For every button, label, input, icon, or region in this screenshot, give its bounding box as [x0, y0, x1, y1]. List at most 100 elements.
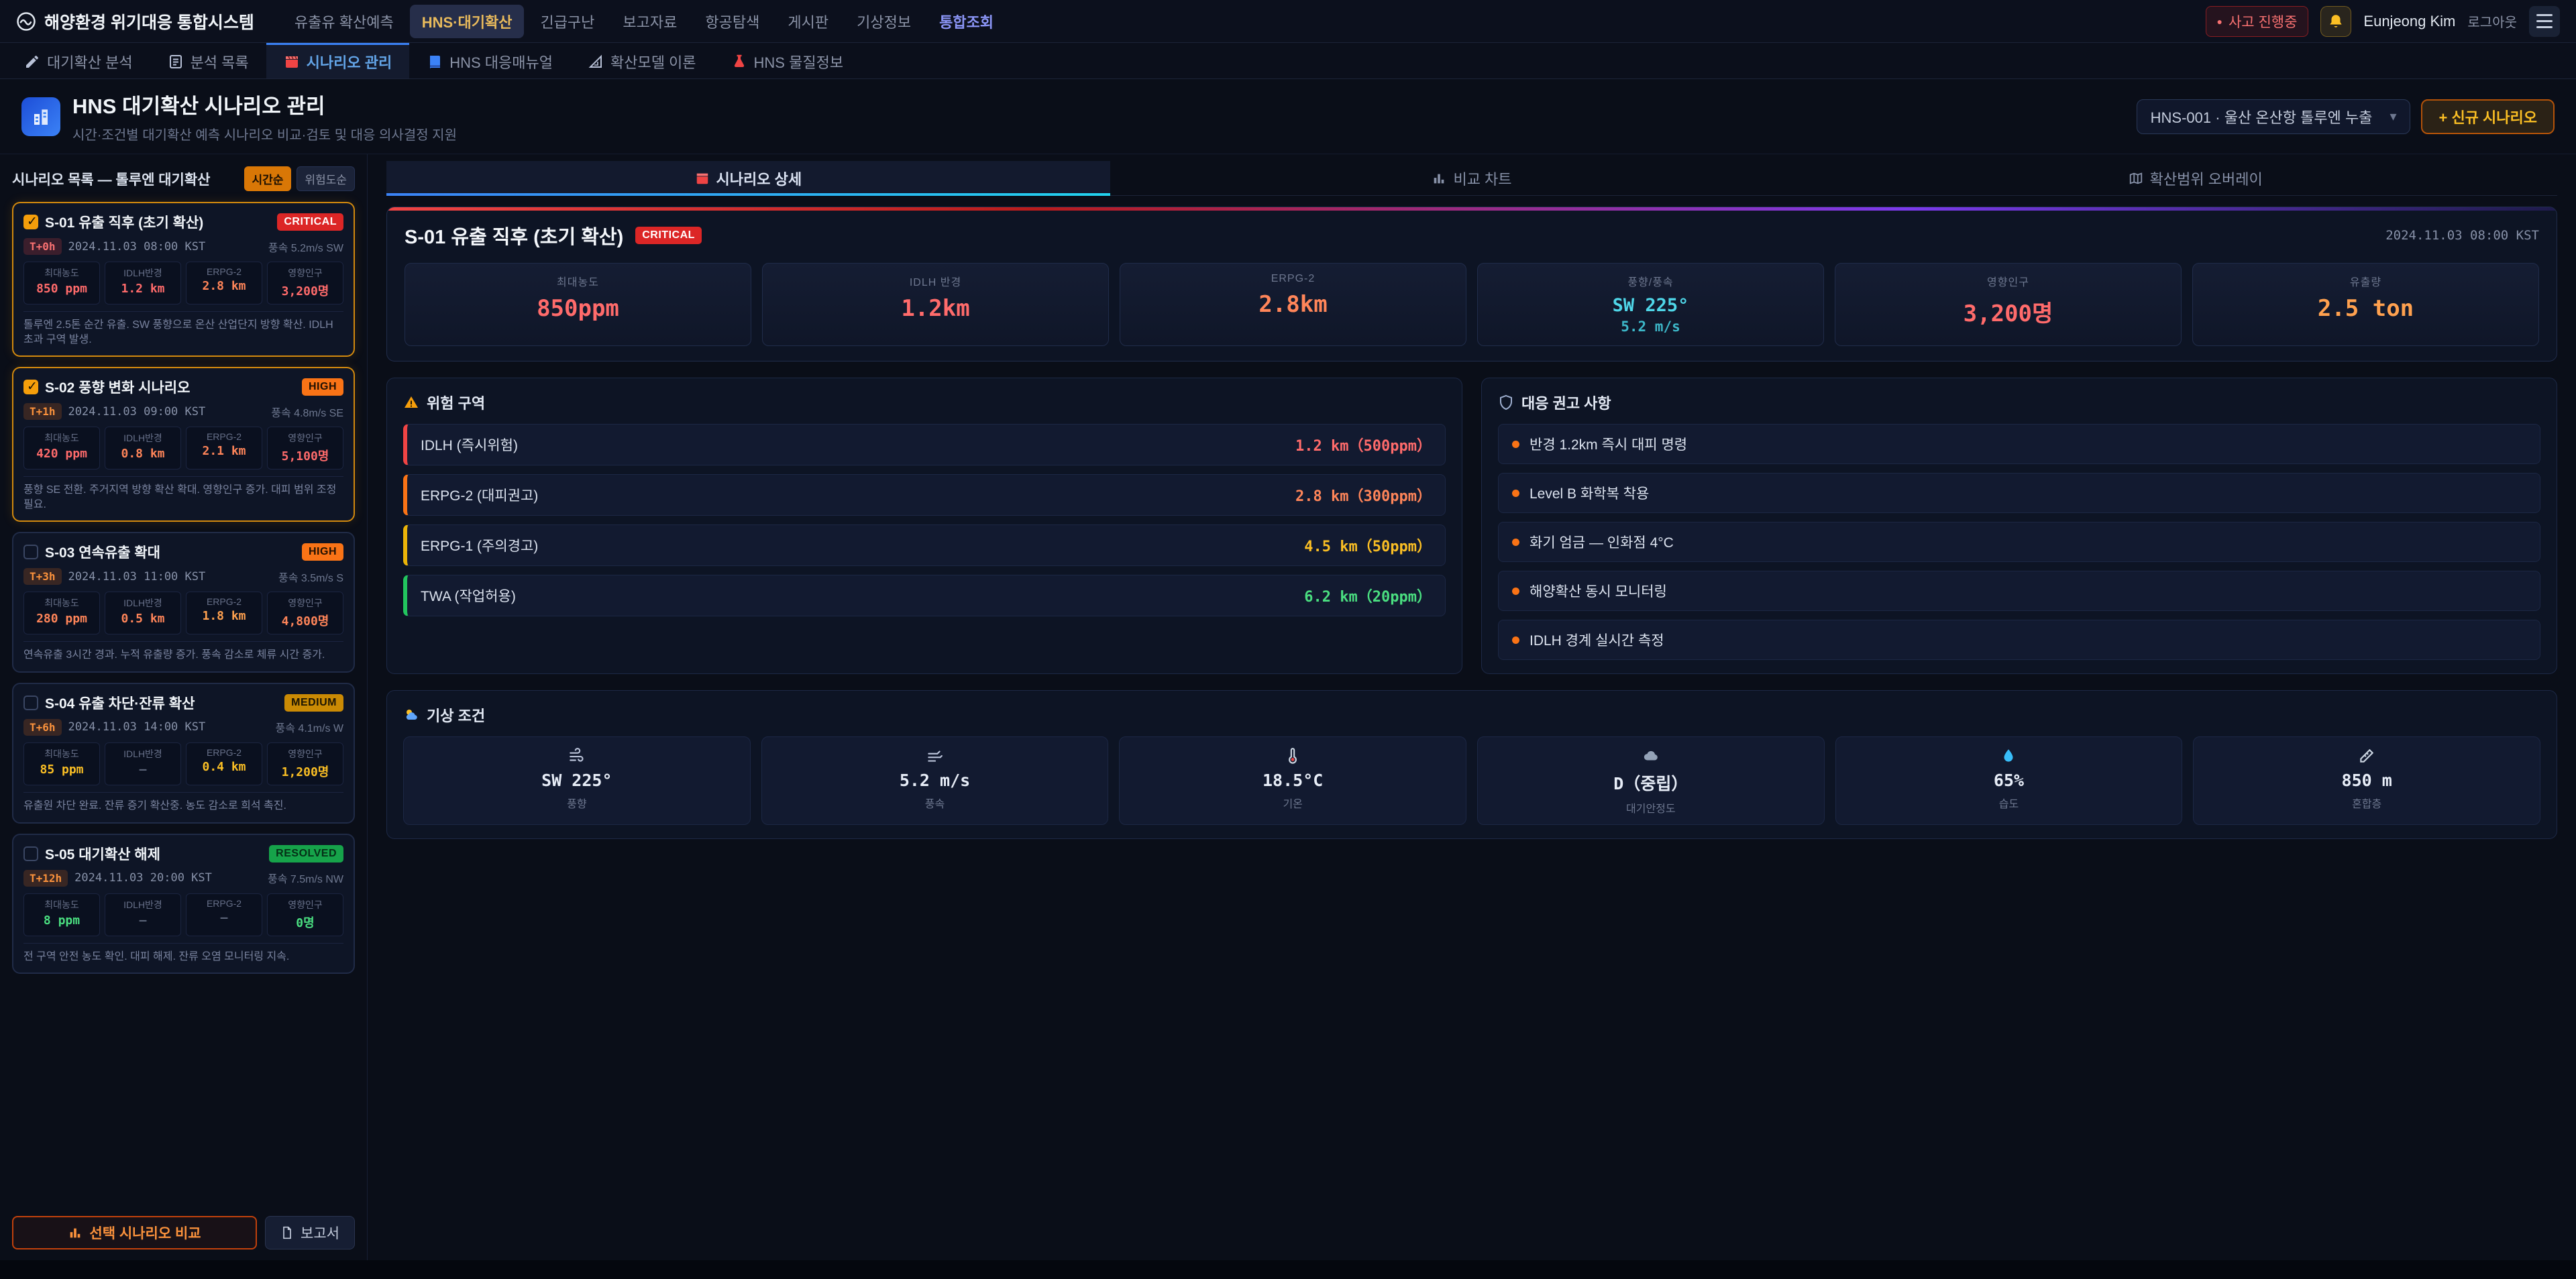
sort-by-risk-button[interactable]: 위험도순: [297, 166, 355, 191]
time-offset-badge: T+3h: [23, 568, 62, 585]
metric-label: ERPG-2: [188, 431, 260, 442]
zone-value: 2.8 km（300ppm）: [1295, 484, 1432, 506]
metric-label: IDLH반경: [107, 596, 179, 610]
metric-label: 영향인구: [269, 266, 341, 280]
severity-badge: CRITICAL: [277, 213, 343, 231]
scenario-description: 전 구역 안전 농도 확인. 대피 해제. 잔류 오염 모니터링 지속.: [23, 943, 343, 964]
bullet-dot-icon: [1512, 490, 1519, 497]
incident-select[interactable]: HNS-001 · 울산 온산항 톨루엔 누출 ▾: [2137, 99, 2411, 134]
scenario-wind: 풍속 5.2m/s SW: [268, 239, 343, 255]
sub-tab-bar: 대기확산 분석 분석 목록 시나리오 관리 HNS 대응매뉴얼 확산모델 이론 …: [0, 43, 2576, 79]
nav-weather[interactable]: 기상정보: [845, 5, 923, 38]
tab-scenario-detail[interactable]: 시나리오 상세: [386, 161, 1110, 195]
tab-scenario-management[interactable]: 시나리오 관리: [266, 43, 410, 78]
metric-value-secondary: 5.2 m/s: [1483, 319, 1818, 335]
warning-icon: [403, 394, 419, 410]
recommendation-text: IDLH 경계 실시간 측정: [1529, 630, 1664, 650]
brand-logo[interactable]: 해양환경 위기대응 통합시스템: [16, 9, 254, 34]
metric-value: 420 ppm: [25, 447, 98, 461]
nav-board[interactable]: 게시판: [775, 5, 841, 38]
sidebar-title: 시나리오 목록 — 톨루엔 대기확산: [12, 169, 239, 189]
scenario-card-s05[interactable]: S-05 대기확산 해제 RESOLVED T+12h 2024.11.03 2…: [12, 834, 355, 975]
nav-reports[interactable]: 보고자료: [610, 5, 689, 38]
detail-title: S-01 유출 직후 (초기 확산): [405, 221, 623, 249]
metric-idlh-radius: IDLH 반경 1.2km: [762, 263, 1109, 346]
nav-oil-spill[interactable]: 유출유 확산예측: [282, 5, 406, 38]
scenario-title: S-04 유출 차단·잔류 확산: [45, 693, 278, 713]
metric-label: 영향인구: [269, 431, 341, 445]
tab-hns-manual[interactable]: HNS 대응매뉴얼: [409, 43, 570, 78]
compare-scenarios-button[interactable]: 선택 시나리오 비교: [12, 1216, 257, 1249]
weather-value: 18.5°C: [1125, 771, 1460, 790]
metric-value: 8 ppm: [25, 913, 98, 928]
scenario-wind: 풍속 4.1m/s W: [276, 719, 343, 735]
scenario-checkbox[interactable]: [23, 545, 38, 559]
scenario-checkbox[interactable]: [23, 380, 38, 394]
metric-label: ERPG-2: [188, 747, 260, 758]
scenario-metrics: 최대농도85 ppm IDLH반경– ERPG-20.4 km 영향인구1,20…: [23, 742, 343, 785]
droplet-icon: [2000, 747, 2017, 765]
metric-value: 4,800명: [269, 612, 341, 629]
weather-wind-direction: SW 225° 풍향: [403, 736, 751, 825]
flask-icon: [731, 54, 747, 70]
metric-wind: 풍향/풍속 SW 225° 5.2 m/s: [1477, 263, 1824, 346]
scenario-checkbox[interactable]: [23, 696, 38, 710]
notification-bell-button[interactable]: [2320, 6, 2351, 37]
severity-badge: HIGH: [302, 378, 343, 396]
logout-button[interactable]: 로그아웃: [2467, 11, 2517, 31]
nav-air-search[interactable]: 항공탐색: [693, 5, 771, 38]
sort-by-time-button[interactable]: 시간순: [244, 166, 292, 191]
hamburger-menu-button[interactable]: [2529, 6, 2560, 37]
bullet-dot-icon: [1512, 588, 1519, 595]
weather-label: 대기안정도: [1483, 799, 1819, 816]
new-scenario-button[interactable]: + 신규 시나리오: [2421, 99, 2555, 134]
scenario-description: 유출원 차단 완료. 잔류 증기 확산중. 농도 감소로 희석 촉진.: [23, 792, 343, 814]
detail-columns: 위험 구역 IDLH (즉시위험) 1.2 km（500ppm） ERPG-2 …: [386, 378, 2557, 674]
brand-title: 해양환경 위기대응 통합시스템: [44, 9, 254, 34]
ruler-icon: [2358, 747, 2375, 765]
scenario-card-s01[interactable]: S-01 유출 직후 (초기 확산) CRITICAL T+0h 2024.11…: [12, 202, 355, 357]
metric-affected-population: 영향인구 3,200명: [1835, 263, 2182, 346]
metric-label: 최대농도: [25, 431, 98, 445]
metric-value: –: [107, 763, 179, 777]
nav-hns-diffusion[interactable]: HNS·대기확산: [410, 5, 525, 38]
metric-label: 유출량: [2198, 273, 2533, 289]
panel-title: 대응 권고 사항: [1521, 392, 1611, 413]
scenario-metrics: 최대농도280 ppm IDLH반경0.5 km ERPG-21.8 km 영향…: [23, 592, 343, 634]
weather-value: SW 225°: [409, 771, 745, 790]
time-offset-badge: T+12h: [23, 870, 68, 887]
metric-value: 2.8 km: [188, 279, 260, 293]
tab-model-theory[interactable]: 확산모델 이론: [570, 43, 714, 78]
metric-value: 2.1 km: [188, 444, 260, 458]
tab-range-overlay[interactable]: 확산범위 오버레이: [1833, 161, 2557, 195]
scenario-card-s04[interactable]: S-04 유출 차단·잔류 확산 MEDIUM T+6h 2024.11.03 …: [12, 683, 355, 824]
tab-hns-substance-info[interactable]: HNS 물질정보: [714, 43, 861, 78]
nav-integrated-search[interactable]: 통합조회: [927, 5, 1006, 38]
recommendation-item: Level B 화학복 착용: [1498, 473, 2540, 513]
scenario-detail-panel: S-01 유출 직후 (초기 확산) CRITICAL 2024.11.03 0…: [386, 207, 2557, 362]
scenario-card-s03[interactable]: S-03 연속유출 확대 HIGH T+3h 2024.11.03 11:00 …: [12, 532, 355, 673]
zone-label: ERPG-1 (주의경고): [421, 535, 538, 555]
report-button[interactable]: 보고서: [265, 1216, 355, 1249]
scenario-timestamp: 2024.11.03 20:00 KST: [74, 871, 212, 885]
status-dot-icon: ●: [2217, 16, 2222, 27]
tab-analysis-list[interactable]: 분석 목록: [150, 43, 266, 78]
scenario-wind: 풍속 7.5m/s NW: [268, 870, 343, 886]
weather-label: 풍속: [767, 795, 1103, 811]
content-layout: 시나리오 목록 — 톨루엔 대기확산 시간순 위험도순 S-01 유출 직후 (…: [0, 154, 2576, 1260]
panel-title: 기상 조건: [427, 704, 485, 726]
report-button-label: 보고서: [301, 1223, 339, 1243]
metric-value: 5,100명: [269, 447, 341, 464]
page-subtitle: 시간·조건별 대기확산 예측 시나리오 비교·검토 및 대응 의사결정 지원: [72, 124, 457, 144]
weather-value: D（중립）: [1483, 771, 1819, 795]
scenario-checkbox[interactable]: [23, 215, 38, 229]
scenario-timestamp: 2024.11.03 09:00 KST: [68, 405, 206, 419]
topbar-right: ● 사고 진행중 Eunjeong Kim 로그아웃: [2206, 6, 2561, 37]
metric-value: 1.2 km: [107, 282, 179, 296]
tab-diffusion-analysis[interactable]: 대기확산 분석: [7, 43, 150, 78]
nav-rescue[interactable]: 긴급구난: [528, 5, 606, 38]
scenario-card-s02[interactable]: S-02 풍향 변화 시나리오 HIGH T+1h 2024.11.03 09:…: [12, 367, 355, 522]
tab-compare-chart[interactable]: 비교 차트: [1110, 161, 1834, 195]
scenario-checkbox[interactable]: [23, 846, 38, 861]
scenario-sidebar: 시나리오 목록 — 톨루엔 대기확산 시간순 위험도순 S-01 유출 직후 (…: [0, 154, 368, 1260]
